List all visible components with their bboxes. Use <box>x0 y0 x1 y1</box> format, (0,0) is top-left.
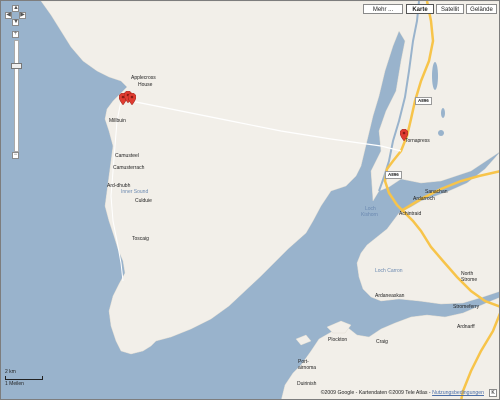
arrow-up-icon[interactable]: ▲ <box>12 5 19 12</box>
road-shield: A896 <box>385 171 402 179</box>
zoom-pan-control[interactable]: ▲ ◀ ▶ ▼ + − <box>5 5 27 165</box>
more-button[interactable]: Mehr ... <box>363 4 403 14</box>
lake <box>438 130 444 136</box>
place-label: Millbuin <box>109 118 126 124</box>
place-label: Plockton <box>328 337 348 343</box>
plus-icon[interactable]: + <box>12 31 19 38</box>
place-label: Strome <box>461 277 478 283</box>
place-label: Loch Carron <box>375 268 403 274</box>
attribution-text: ©2009 Google - Kartendaten ©2009 Tele At… <box>320 390 433 396</box>
map-view[interactable]: Applecross House Millbuin Camusteel Camu… <box>0 0 500 400</box>
map-marker-icon[interactable] <box>400 129 408 141</box>
scale-km: 2 km <box>5 369 16 375</box>
place-label: Duirinish <box>297 381 317 387</box>
place-label: House <box>138 82 153 88</box>
scale-line <box>5 376 43 380</box>
place-label: Inner Sound <box>121 189 149 195</box>
place-label: Camusterrach <box>113 165 145 171</box>
place-label: Kishorn <box>361 212 378 218</box>
zoom-slider-track[interactable] <box>14 40 19 152</box>
place-label: Achintraid <box>399 211 422 217</box>
minus-icon[interactable]: − <box>12 152 19 159</box>
map-type-gelande[interactable]: Gelände <box>466 4 497 14</box>
place-label: Ardnarff <box>457 324 475 330</box>
arrow-right-icon[interactable]: ▶ <box>19 12 26 19</box>
map-marker-icon[interactable] <box>128 93 136 105</box>
place-label: Ardarroch <box>413 196 435 202</box>
place-label: Stromeferry <box>453 304 480 310</box>
place-label: Camusteel <box>115 153 139 159</box>
zoom-slider-handle[interactable] <box>11 63 22 69</box>
attribution: ©2009 Google - Kartendaten ©2009 Tele At… <box>321 390 484 396</box>
terms-link[interactable]: Nutzungsbedingungen <box>432 390 484 396</box>
arrow-down-icon[interactable]: ▼ <box>12 19 19 26</box>
place-label: Sanachan <box>425 189 448 195</box>
place-label: Applecross <box>131 75 156 81</box>
place-label: airnoma <box>298 365 317 371</box>
place-label: Toscaig <box>132 236 149 242</box>
map-type-karte[interactable]: Karte <box>406 4 434 14</box>
place-label: Ardaneaskan <box>375 293 405 299</box>
corner-toggle-icon[interactable]: K <box>489 389 497 397</box>
lake <box>432 62 438 90</box>
place-label: Tornapress <box>405 138 430 144</box>
place-label: Craig <box>376 339 388 345</box>
map-type-satellit[interactable]: Satellit <box>436 4 464 14</box>
arrow-left-icon[interactable]: ◀ <box>5 12 12 19</box>
road-shield: A896 <box>415 97 432 105</box>
scale-miles: 1 Meilen <box>5 381 24 387</box>
scale-bar: 2 km 1 Meilen <box>5 369 43 387</box>
lake <box>441 108 445 118</box>
place-label: Culduie <box>135 198 152 204</box>
